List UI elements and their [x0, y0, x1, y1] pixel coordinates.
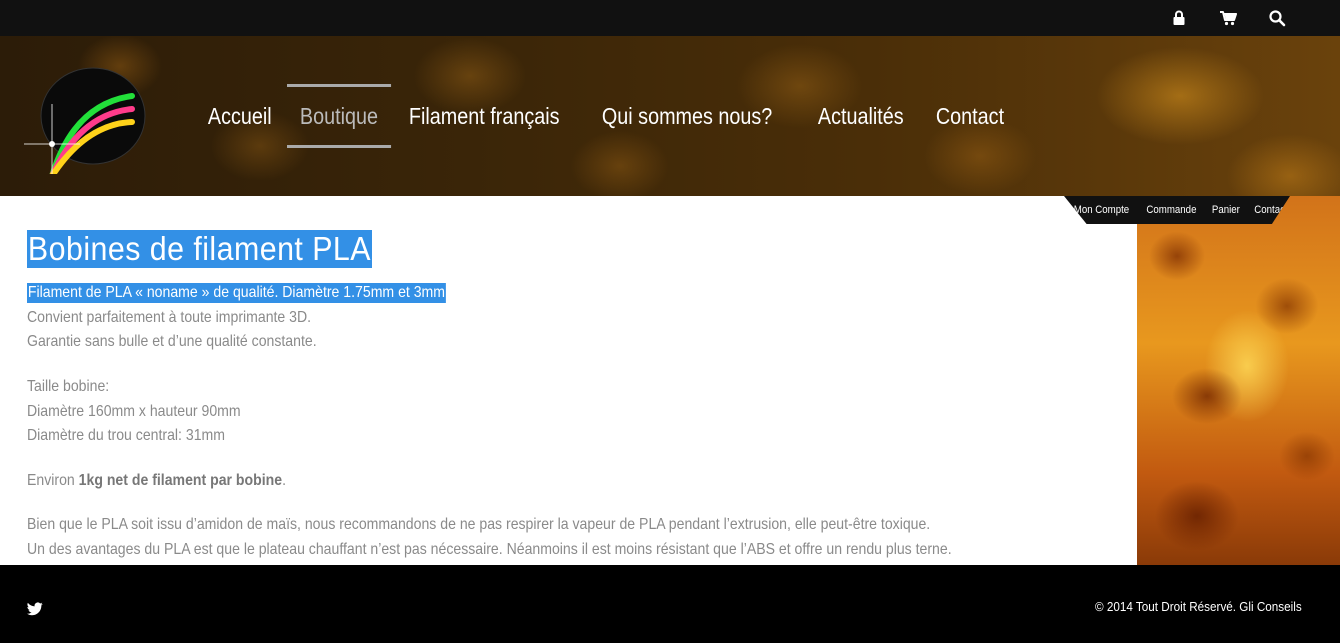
site-logo[interactable]: [24, 64, 160, 179]
nav-item-contact[interactable]: Contact: [923, 84, 1017, 148]
twitter-icon[interactable]: [27, 602, 43, 616]
nav-item-filament-francais[interactable]: Filament français: [396, 84, 572, 148]
lock-icon[interactable]: [1170, 9, 1188, 27]
account-links-bar: Mon Compte Commande Panier Contact: [1064, 196, 1290, 224]
description-line: Convient parfaitement à toute imprimante…: [27, 309, 312, 326]
nav-item-actualites[interactable]: Actualités: [805, 84, 917, 148]
spec-line: Diamètre du trou central: 31mm: [27, 427, 225, 444]
page-title: Bobines de filament PLA: [27, 230, 372, 268]
weight-highlight: 1kg net de filament par bobine: [78, 472, 283, 489]
decorative-side-image: [1137, 196, 1340, 565]
site-footer: © 2014 Tout Droit Réservé. Gli Conseils: [0, 565, 1340, 643]
account-link-mon-compte[interactable]: Mon Compte: [1074, 204, 1129, 216]
product-description: Bobines de filament PLA Filament de PLA …: [27, 230, 1117, 558]
note-line: Un des avantages du PLA est que le plate…: [27, 541, 952, 558]
nav-item-qui-sommes-nous[interactable]: Qui sommes nous?: [589, 84, 785, 148]
account-link-commande[interactable]: Commande: [1147, 204, 1197, 216]
note-line: Bien que le PLA soit issu d’amidon de ma…: [27, 516, 931, 533]
nav-item-boutique[interactable]: Boutique: [287, 84, 392, 148]
spec-heading: Taille bobine:: [27, 378, 110, 395]
site-header: Accueil Boutique Filament français Qui s…: [0, 36, 1340, 196]
account-link-panier[interactable]: Panier: [1212, 204, 1240, 216]
spec-line: Diamètre 160mm x hauteur 90mm: [27, 403, 241, 420]
copyright-text: © 2014 Tout Droit Réservé. Gli Conseils: [1095, 599, 1302, 614]
weight-line: Environ 1kg net de filament par bobine.: [27, 472, 286, 489]
main-nav: Accueil Boutique Filament français Qui s…: [195, 84, 1020, 148]
top-bar: [0, 0, 1340, 36]
description-line: Garantie sans bulle et d’une qualité con…: [27, 333, 317, 350]
cart-icon[interactable]: [1219, 9, 1237, 27]
product-subtitle: Filament de PLA « noname » de qualité. D…: [27, 283, 446, 303]
nav-item-accueil[interactable]: Accueil: [195, 84, 285, 148]
search-icon[interactable]: [1268, 9, 1286, 27]
